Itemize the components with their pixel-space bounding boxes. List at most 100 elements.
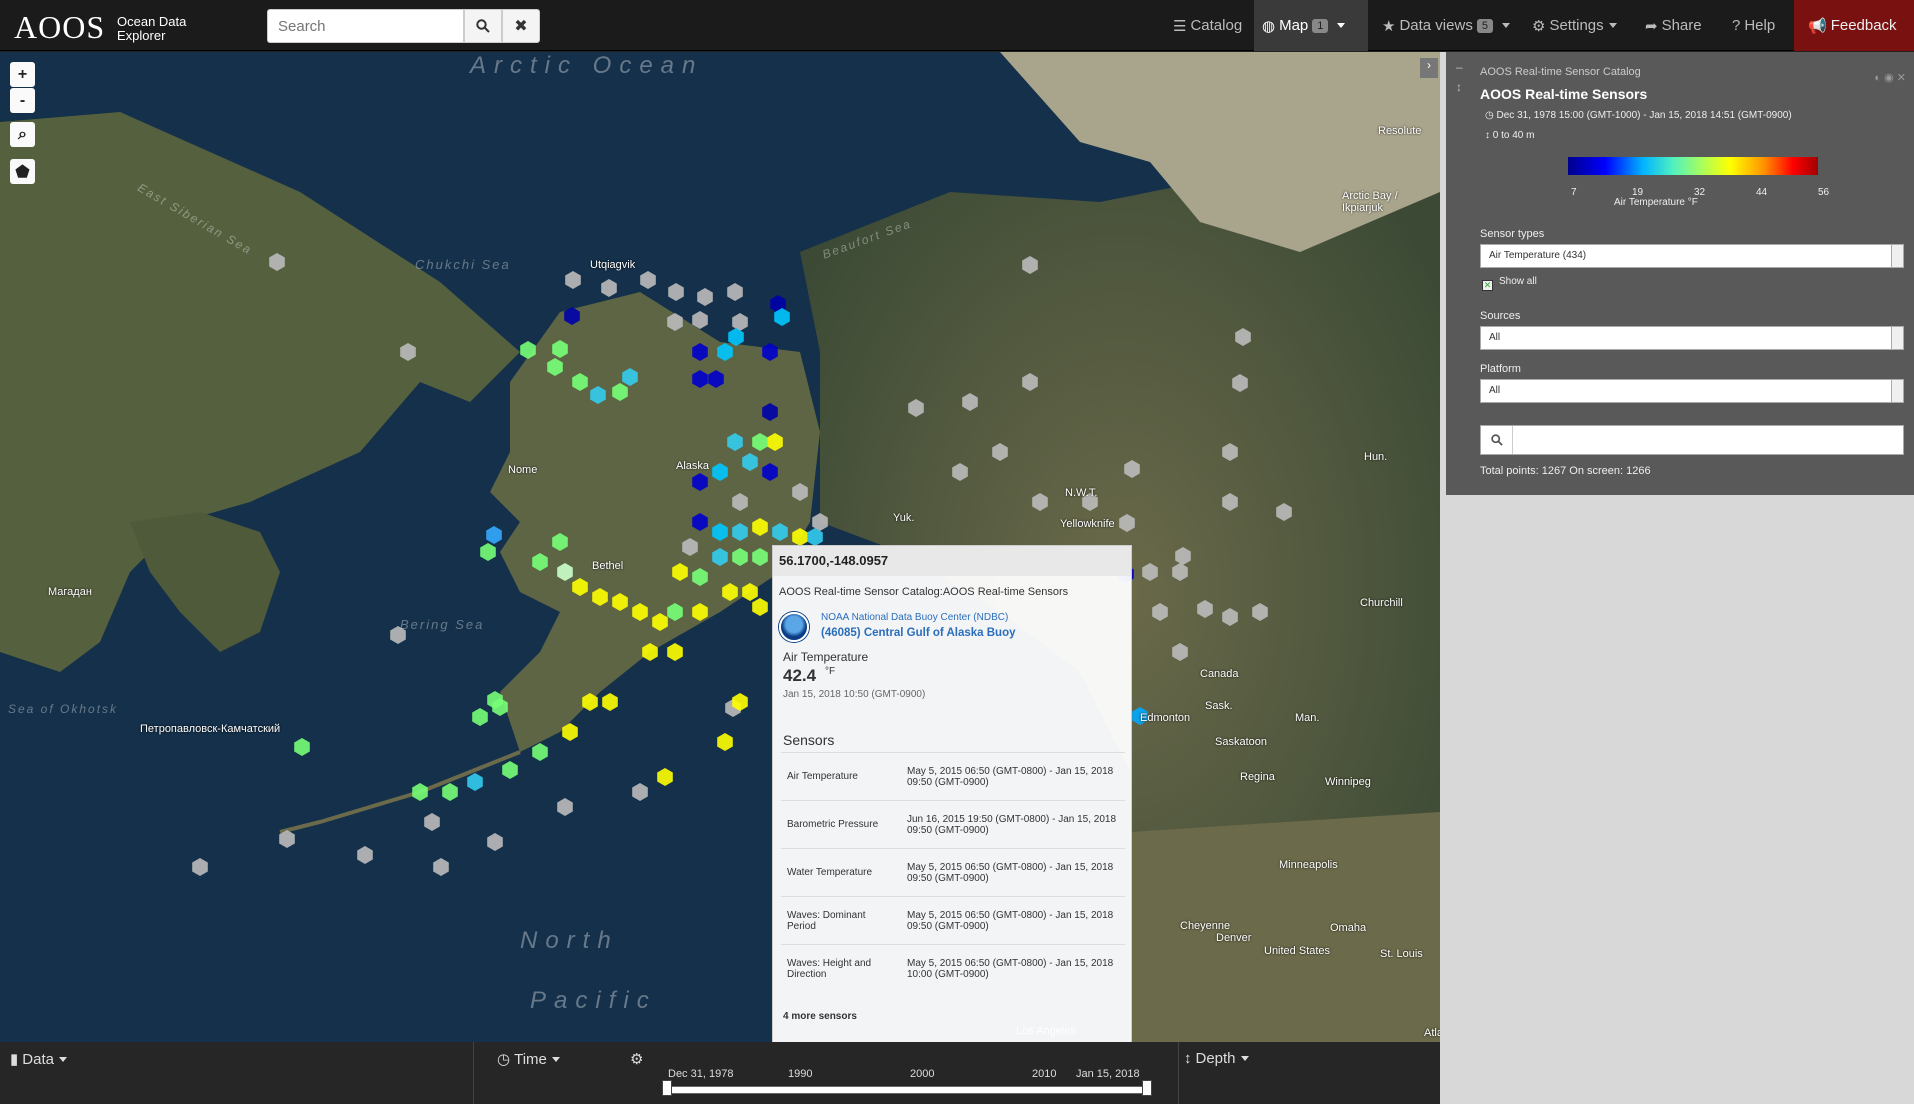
sensor-hex[interactable] bbox=[1235, 328, 1251, 346]
sensor-hex[interactable] bbox=[1252, 603, 1268, 621]
sensor-hex[interactable] bbox=[357, 846, 373, 864]
sensor-hex[interactable] bbox=[692, 603, 708, 621]
sensor-hex[interactable] bbox=[547, 358, 563, 376]
sensor-hex[interactable] bbox=[1197, 600, 1213, 618]
nav-help[interactable]: ? Help bbox=[1724, 0, 1783, 51]
sensor-hex[interactable] bbox=[192, 858, 208, 876]
sensor-hex[interactable] bbox=[1142, 563, 1158, 581]
sensor-hex[interactable] bbox=[1119, 514, 1135, 532]
sensor-hex[interactable] bbox=[908, 399, 924, 417]
timeline-settings-button[interactable]: ⚙ bbox=[630, 1050, 643, 1068]
data-menu[interactable]: ▮ Data bbox=[10, 1050, 67, 1068]
nav-data-views[interactable]: ★ Data views 5 bbox=[1374, 0, 1518, 51]
sensor-hex[interactable] bbox=[565, 271, 581, 289]
sensor-hex[interactable] bbox=[692, 343, 708, 361]
sensor-hex[interactable] bbox=[732, 548, 748, 566]
sensor-hex[interactable] bbox=[742, 583, 758, 601]
sensor-hex[interactable] bbox=[590, 386, 606, 404]
sensor-types-select[interactable]: Air Temperature (434) bbox=[1480, 244, 1904, 268]
collapse-layer-button[interactable]: – bbox=[1456, 60, 1463, 74]
sensor-hex[interactable] bbox=[792, 483, 808, 501]
sensor-hex[interactable] bbox=[952, 463, 968, 481]
sensor-hex[interactable] bbox=[279, 830, 295, 848]
sensor-hex[interactable] bbox=[502, 761, 518, 779]
sensor-hex[interactable] bbox=[433, 858, 449, 876]
sensor-hex[interactable] bbox=[1152, 603, 1168, 621]
show-all-checkbox[interactable]: ✕ bbox=[1482, 280, 1493, 291]
sensor-row[interactable]: Air Temperature May 5, 2015 06:50 (GMT-08… bbox=[781, 752, 1125, 801]
depth-menu[interactable]: ↕ Depth bbox=[1184, 1050, 1249, 1067]
sensor-row[interactable]: Waves: Height and Direction May 5, 2015 0… bbox=[781, 944, 1125, 993]
sensor-hex[interactable] bbox=[962, 393, 978, 411]
sensor-hex[interactable] bbox=[1032, 493, 1048, 511]
sensor-hex[interactable] bbox=[762, 463, 778, 481]
draw-polygon-button[interactable]: ⬟ bbox=[10, 159, 35, 184]
sensor-hex[interactable] bbox=[792, 528, 808, 546]
sensor-hex[interactable] bbox=[602, 693, 618, 711]
sensor-hex[interactable] bbox=[732, 313, 748, 331]
sensor-hex[interactable] bbox=[486, 526, 502, 544]
sensor-hex[interactable] bbox=[1232, 374, 1248, 392]
sensor-hex[interactable] bbox=[667, 643, 683, 661]
sensor-hex[interactable] bbox=[712, 548, 728, 566]
sensor-hex[interactable] bbox=[732, 493, 748, 511]
sensor-hex[interactable] bbox=[1124, 460, 1140, 478]
sensor-hex[interactable] bbox=[632, 603, 648, 621]
sensor-hex[interactable] bbox=[727, 433, 743, 451]
sensor-hex[interactable] bbox=[269, 253, 285, 271]
timeline-end-handle[interactable] bbox=[1142, 1080, 1152, 1096]
sensor-hex[interactable] bbox=[592, 588, 608, 606]
zoom-out-button[interactable]: - bbox=[10, 88, 35, 113]
sensor-row[interactable]: Waves: Dominant Period May 5, 2015 06:50 … bbox=[781, 896, 1125, 945]
sensor-hex[interactable] bbox=[692, 513, 708, 531]
eye-icon[interactable]: ◉ bbox=[1884, 72, 1894, 84]
sensor-hex[interactable] bbox=[612, 593, 628, 611]
opacity-icon[interactable]: ◐ bbox=[1874, 72, 1881, 84]
sensor-hex[interactable] bbox=[692, 311, 708, 329]
sources-select[interactable]: All bbox=[1480, 326, 1904, 350]
popup-source-link[interactable]: NOAA National Data Buoy Center (NDBC) bbox=[821, 612, 1008, 623]
sensor-hex[interactable] bbox=[762, 343, 778, 361]
nav-settings[interactable]: ⚙ Settings bbox=[1524, 0, 1625, 51]
sensor-hex[interactable] bbox=[467, 773, 483, 791]
sensor-hex[interactable] bbox=[712, 463, 728, 481]
sensor-hex[interactable] bbox=[762, 403, 778, 421]
sensor-hex[interactable] bbox=[727, 283, 743, 301]
sensor-hex[interactable] bbox=[692, 473, 708, 491]
sensor-hex[interactable] bbox=[557, 563, 573, 581]
sensor-hex[interactable] bbox=[1222, 608, 1238, 626]
clear-search-button[interactable]: ✖ bbox=[502, 9, 540, 43]
sensor-hex[interactable] bbox=[1222, 443, 1238, 461]
sensor-hex[interactable] bbox=[728, 328, 744, 346]
sensor-hex[interactable] bbox=[772, 523, 788, 541]
sensor-hex[interactable] bbox=[601, 279, 617, 297]
sensor-hex[interactable] bbox=[480, 543, 496, 561]
close-icon[interactable]: ✕ bbox=[1897, 72, 1906, 84]
sensor-hex[interactable] bbox=[668, 283, 684, 301]
sensor-hex[interactable] bbox=[1022, 373, 1038, 391]
sensor-hex[interactable] bbox=[622, 368, 638, 386]
sensor-hex[interactable] bbox=[692, 370, 708, 388]
sensor-row[interactable]: Barometric Pressure Jun 16, 2015 19:50 (G… bbox=[781, 800, 1125, 849]
sensor-hex[interactable] bbox=[1172, 643, 1188, 661]
sensor-hex[interactable] bbox=[732, 523, 748, 541]
more-sensors-link[interactable]: 4 more sensors bbox=[783, 1011, 857, 1022]
sensor-hex[interactable] bbox=[552, 533, 568, 551]
filter-search-button[interactable] bbox=[1481, 426, 1513, 454]
sensor-hex[interactable] bbox=[672, 563, 688, 581]
time-menu[interactable]: ◷ Time bbox=[497, 1050, 560, 1068]
sensor-hex[interactable] bbox=[667, 603, 683, 621]
sensor-hex[interactable] bbox=[1022, 256, 1038, 274]
sensor-hex[interactable] bbox=[667, 313, 683, 331]
sensor-hex[interactable] bbox=[412, 783, 428, 801]
timeline-track[interactable] bbox=[666, 1086, 1148, 1094]
sensor-hex[interactable] bbox=[1172, 563, 1188, 581]
nav-share[interactable]: ➦ Share bbox=[1637, 0, 1710, 51]
sensor-hex[interactable] bbox=[642, 643, 658, 661]
collapse-panel-button[interactable]: › bbox=[1420, 58, 1438, 78]
sensor-hex[interactable] bbox=[472, 708, 488, 726]
sensor-hex[interactable] bbox=[767, 433, 783, 451]
sensor-hex[interactable] bbox=[752, 598, 768, 616]
sensor-hex[interactable] bbox=[640, 271, 656, 289]
sensor-hex[interactable] bbox=[572, 578, 588, 596]
